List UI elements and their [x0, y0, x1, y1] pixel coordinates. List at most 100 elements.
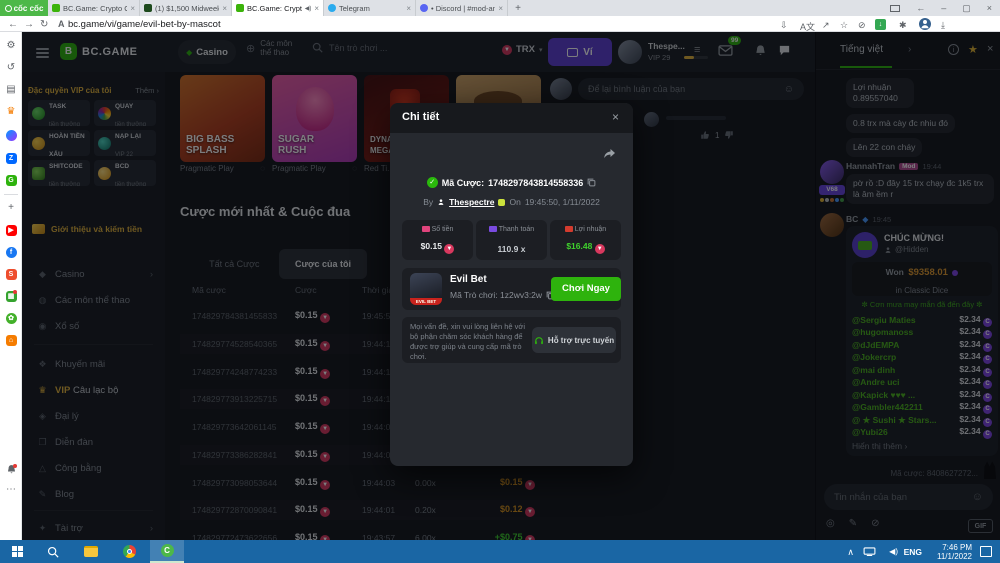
tab-title: Telegram [339, 4, 403, 13]
by-label: By [423, 197, 433, 207]
tab-close-icon[interactable]: × [498, 4, 503, 13]
back-icon[interactable]: ← [8, 19, 18, 30]
cart-icon[interactable]: ⌂ [0, 334, 22, 346]
volume-icon[interactable]: ◀) [889, 547, 898, 556]
bookmark-star-icon[interactable]: ☆ [840, 20, 848, 31]
taskbar-clock[interactable]: 7:46 PM11/1/2022 [937, 543, 972, 561]
profit-icon [565, 226, 573, 232]
tab-close-icon[interactable]: × [222, 4, 227, 13]
modal-note-row: Mọi vấn đề, xin vui lòng liên hệ với bộ … [402, 317, 621, 363]
user-emoji-badge [498, 199, 505, 206]
tab-close-icon[interactable]: × [314, 4, 319, 13]
coccoc-logo[interactable]: cốc cốc [0, 0, 48, 16]
messenger-icon[interactable] [0, 130, 22, 144]
tab-title: BC.Game: Crypto Casino ( [247, 4, 302, 13]
browser-tab-3-active[interactable]: BC.Game: Crypto Casino (◀)× [232, 0, 324, 16]
person-icon [437, 198, 445, 206]
coccoc-taskbar-icon[interactable]: C [150, 540, 184, 563]
extension-paw-icon[interactable]: ✱ [899, 20, 907, 31]
live-support-button[interactable]: Hỗ trợ trực tuyến [532, 327, 616, 353]
copy-icon[interactable] [587, 178, 596, 187]
bet-id-label: Mã Cược: [442, 178, 484, 188]
game-center-icon[interactable]: G [0, 174, 22, 186]
game-code-line: Mã Trò chơi: 1z2wv3:2w [450, 290, 555, 300]
url-text[interactable]: bc.game/vi/game/evil-bet-by-mascot [68, 19, 221, 30]
more-icon[interactable]: ⋯ [0, 484, 22, 495]
windows-taskbar: C ∧ ◀) ENG 7:46 PM11/1/2022 [0, 540, 1000, 563]
reading-list-icon[interactable]: ▤ [0, 84, 22, 95]
stat-profit: Lợi nhuận $16.48 ▼ [550, 220, 621, 260]
support-note: Mọi vấn đề, xin vui lòng liên hệ với bộ … [410, 322, 526, 362]
reload-icon[interactable]: ↻ [40, 19, 48, 30]
shop-icon[interactable]: ▦ [0, 290, 22, 302]
tab-title: BC.Game: Crypto Casino Gam [63, 4, 127, 13]
bcgame-page: B BC.GAME ◆ Casino ⊕ Các mônthể thao Tên… [22, 32, 1000, 540]
browser-tab-2[interactable]: (1) $1,500 Midweek Mascot |× [140, 0, 232, 16]
profile-avatar[interactable] [919, 18, 931, 30]
divider [4, 194, 18, 195]
facebook-icon[interactable]: f [0, 246, 22, 258]
window-controls: ← – ▢ × [890, 0, 992, 16]
tray-expand-icon[interactable]: ∧ [847, 547, 854, 558]
taskbar-search-icon[interactable] [36, 540, 70, 563]
share-bet-icon[interactable] [602, 147, 616, 161]
browser-tab-5[interactable]: • Discord | #mod-announc× [416, 0, 508, 16]
bet-user-link[interactable]: Thespectre [449, 197, 494, 207]
coccoc-logo-icon [5, 5, 12, 12]
history-icon[interactable]: ↺ [0, 62, 22, 73]
sidebar-toggle-icon[interactable]: ← [916, 3, 925, 13]
modal-close-icon[interactable]: × [612, 110, 619, 124]
idm-download-icon[interactable]: ↓ [875, 19, 886, 30]
downloads-icon[interactable]: ⤓ [941, 20, 945, 31]
network-icon[interactable] [863, 547, 876, 556]
stat-amount: Số tiền $0.15 ▼ [402, 220, 473, 260]
crown-icon[interactable]: ♛ [0, 106, 22, 117]
sendo-icon[interactable]: ✿ [0, 312, 22, 324]
maximize-icon[interactable]: ▢ [962, 3, 971, 14]
game-thumbnail[interactable]: EVIL BET [410, 273, 442, 305]
coccoc-logo-text: cốc cốc [14, 4, 44, 13]
bet-by-line: By Thespectre On 19:45:50, 1/11/2022 [390, 197, 633, 207]
bell-icon[interactable] [0, 464, 22, 475]
shopee-icon[interactable]: S [0, 268, 22, 280]
language-indicator[interactable]: ENG [904, 547, 922, 557]
amount-icon [422, 226, 430, 232]
modal-title: Chi tiết [402, 111, 439, 123]
bet-details-modal: Chi tiết × ✓ Mã Cược: 174829784381455833… [390, 103, 633, 466]
tab-close-icon[interactable]: × [406, 4, 411, 13]
add-shortcut-icon[interactable]: + [0, 202, 22, 213]
browser-tab-4[interactable]: Telegram× [324, 0, 416, 16]
chrome-icon[interactable] [112, 540, 146, 563]
address-bar: ← → ↻ A bc.game/vi/game/evil-bet-by-masc… [0, 16, 1000, 32]
close-window-icon[interactable]: × [987, 3, 992, 13]
action-center-icon[interactable] [980, 546, 992, 557]
on-label: On [509, 197, 520, 207]
security-chip-icon[interactable]: A [58, 19, 65, 29]
share-icon[interactable]: ↗ [822, 20, 830, 31]
modal-game-title: Evil Bet [450, 274, 487, 285]
bet-id-value: 1748297843814558336 [488, 178, 583, 188]
forward-icon[interactable]: → [24, 19, 34, 30]
coccoc-sidebar: ⚙ ↺ ▤ ♛ Z G + ▶ f S ▦ ✿ ⌂ ⋯ [0, 32, 22, 540]
modal-game-row: EVIL BET Evil Bet Mã Trò chơi: 1z2wv3:2w… [402, 268, 621, 310]
screen: cốc cốc BC.Game: Crypto Casino Gam× (1) … [0, 0, 1000, 563]
support-label: Hỗ trợ trực tuyến [548, 336, 614, 345]
bet-datetime: 19:45:50, 1/11/2022 [525, 197, 600, 207]
tab-close-icon[interactable]: × [130, 4, 135, 13]
gear-icon[interactable]: ⚙ [0, 40, 22, 51]
pip-icon[interactable] [890, 5, 900, 12]
youtube-icon[interactable]: ▶ [0, 224, 22, 236]
tab-audio-icon[interactable]: ◀) [305, 5, 312, 12]
browser-tab-1[interactable]: BC.Game: Crypto Casino Gam× [48, 0, 140, 16]
headset-icon [534, 336, 544, 345]
save-page-icon[interactable]: ⇩ [780, 20, 788, 31]
file-explorer-icon[interactable] [74, 540, 108, 563]
adblock-shield-icon[interactable]: ⊘ [858, 20, 866, 31]
start-button[interactable] [0, 540, 34, 563]
minimize-icon[interactable]: – [941, 3, 946, 13]
bcgame-favicon [236, 4, 244, 12]
tab-title: • Discord | #mod-announc [431, 4, 495, 13]
new-tab-button[interactable]: + [508, 0, 528, 16]
zalo-icon[interactable]: Z [0, 152, 22, 164]
play-now-button[interactable]: Chơi Ngay [551, 277, 621, 301]
